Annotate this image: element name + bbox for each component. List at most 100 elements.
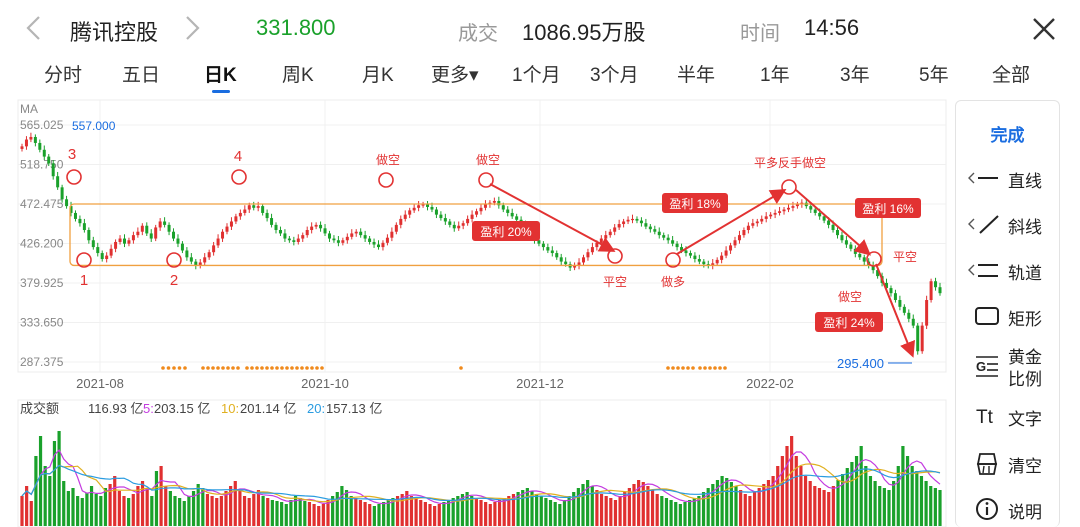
candle-body	[795, 204, 799, 207]
volume-bar	[233, 481, 237, 526]
candle-body	[938, 287, 942, 294]
volume-bar	[493, 502, 497, 526]
volume-bar	[803, 476, 808, 526]
candle-body	[163, 221, 167, 225]
tool-help[interactable]: 说明	[956, 494, 1059, 524]
svg-text:G: G	[976, 359, 986, 374]
tool-fibonacci[interactable]: G 黄金比例	[956, 348, 1059, 389]
volume-bar	[266, 498, 270, 526]
volume-current: 116.93 亿	[88, 401, 143, 416]
volume-bar	[437, 504, 441, 526]
tool-channel[interactable]: 轨道	[956, 255, 1059, 285]
signal-circle	[231, 169, 247, 185]
candle-body	[136, 231, 140, 236]
volume-bar	[344, 490, 349, 526]
volume-bar	[321, 504, 325, 526]
candle-body	[506, 209, 510, 213]
tool-rectangle[interactable]: 矩形	[956, 301, 1059, 331]
tab-daily-k[interactable]: 日K	[204, 60, 237, 87]
tool-text[interactable]: Tt 文字	[956, 401, 1059, 431]
tool-ray[interactable]: 斜线	[956, 209, 1059, 239]
kline-chart[interactable]: MA 565.025 518.750 472.475 426.200 379.925 33…	[0, 98, 950, 527]
tab-1-month[interactable]: 1个月	[512, 60, 561, 87]
tab-half-year[interactable]: 半年	[677, 60, 715, 87]
tab-3-years[interactable]: 3年	[840, 60, 870, 87]
done-button[interactable]: 完成	[956, 121, 1059, 146]
candle-body	[105, 255, 109, 260]
volume-bar	[525, 488, 529, 526]
volume-bar	[252, 494, 256, 526]
eraser-icon	[976, 453, 998, 475]
candle-body	[283, 233, 287, 239]
tab-monthly-k[interactable]: 月K	[362, 60, 394, 87]
tool-text-label: 文字	[1008, 410, 1042, 429]
flip-position-label: 平多反手做空	[754, 155, 826, 170]
volume-bar	[270, 500, 274, 526]
candle-body	[470, 214, 474, 219]
volume-bar	[205, 494, 210, 526]
tab-more[interactable]: 更多▾	[431, 60, 479, 87]
candle-body	[604, 235, 608, 239]
close-icon[interactable]	[1030, 15, 1058, 43]
tool-ray-label: 斜线	[1008, 218, 1042, 237]
candle-body	[265, 212, 269, 219]
volume-bar	[261, 496, 265, 526]
candle-body	[457, 225, 461, 229]
forward-arrow-icon[interactable]	[180, 14, 204, 42]
tab-5-years[interactable]: 5年	[919, 60, 949, 87]
candle-body	[42, 149, 46, 157]
volume-bar	[372, 506, 376, 526]
candle-body	[287, 238, 291, 241]
point-label: 4	[234, 148, 242, 165]
candle-body	[100, 253, 104, 260]
volume-bar	[878, 486, 882, 526]
candle-body	[893, 293, 897, 301]
candle-body	[925, 300, 929, 326]
volume-bar	[307, 502, 312, 526]
candle-body	[261, 206, 265, 213]
tool-clear[interactable]: 清空	[956, 448, 1059, 478]
volume-bar	[613, 500, 618, 526]
signal-dot	[245, 366, 249, 370]
volume-bar	[785, 446, 789, 526]
volume-bar	[817, 488, 822, 526]
tab-all[interactable]: 全部	[992, 60, 1030, 87]
candle-body	[38, 142, 42, 150]
back-arrow-icon[interactable]	[22, 14, 46, 42]
candle-body	[296, 238, 300, 242]
candle-body	[844, 240, 848, 245]
volume-bar	[553, 502, 557, 526]
candle-body	[229, 221, 233, 227]
candle-body	[617, 224, 621, 228]
volume-bar	[548, 500, 553, 526]
candle-body	[154, 227, 158, 239]
tab-3-months[interactable]: 3个月	[590, 60, 639, 87]
candle-body	[782, 209, 786, 212]
candle-body	[96, 247, 100, 254]
signal-dot	[226, 366, 230, 370]
tab-intraday[interactable]: 分时	[44, 60, 82, 87]
signal-dot	[166, 366, 171, 370]
candle-body	[849, 244, 853, 249]
volume-bar	[929, 486, 933, 526]
volume-bar	[196, 484, 200, 526]
candle-body	[898, 300, 902, 307]
candle-body	[555, 253, 559, 258]
short-entry-label: 做空	[476, 152, 500, 167]
candle-body	[693, 255, 697, 260]
signal-dot	[270, 366, 274, 370]
signal-dot	[285, 366, 289, 370]
period-tabs: 分时 五日 日K 周K 月K 更多▾ 1个月 3个月 半年 1年 3年 5年 全…	[0, 56, 1080, 96]
tool-line[interactable]: 直线	[956, 163, 1059, 193]
volume-bar	[62, 481, 66, 526]
volume-bar	[358, 500, 363, 526]
volume-bar	[280, 502, 284, 526]
signal-dot	[666, 366, 670, 370]
tab-weekly-k[interactable]: 周K	[282, 60, 314, 87]
candle-body	[858, 253, 862, 258]
volume-bar	[822, 490, 826, 526]
volume-bar	[864, 466, 868, 526]
tab-five-day[interactable]: 五日	[122, 60, 160, 87]
tab-1-year[interactable]: 1年	[760, 60, 790, 87]
candle-body	[354, 231, 358, 234]
